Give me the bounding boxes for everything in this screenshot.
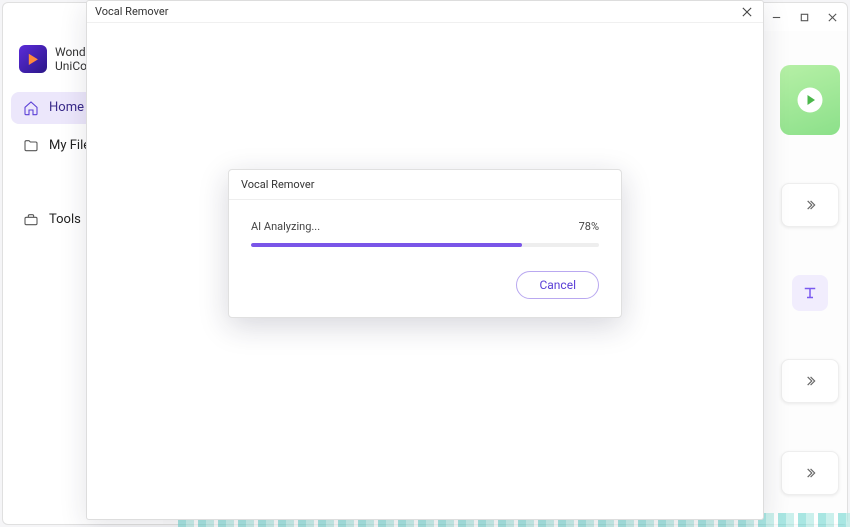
app-logo-icon [19, 45, 47, 73]
expand-card-1[interactable] [781, 183, 839, 227]
sidebar-item-label: Tools [49, 212, 81, 227]
minimize-icon [771, 12, 782, 23]
dialog-title: Vocal Remover [95, 5, 168, 18]
dialog-titlebar: Vocal Remover [87, 1, 763, 23]
progress-dialog-title: Vocal Remover [229, 170, 621, 200]
close-button[interactable] [825, 10, 839, 24]
progress-status: AI Analyzing... [251, 220, 320, 233]
close-icon [827, 12, 838, 23]
progress-footer: Cancel [229, 271, 621, 317]
right-panel [773, 31, 847, 524]
sidebar-item-label: Home [49, 100, 84, 115]
expand-card-2[interactable] [781, 359, 839, 403]
maximize-icon [799, 12, 810, 23]
progress-dialog: Vocal Remover AI Analyzing... 78% Cancel [228, 169, 622, 318]
home-icon [23, 100, 39, 116]
cancel-button[interactable]: Cancel [516, 271, 599, 299]
progress-percent: 78% [579, 220, 599, 233]
toolbox-icon [23, 212, 39, 228]
expand-card-3[interactable] [781, 451, 839, 495]
text-icon [801, 284, 819, 302]
progress-body: AI Analyzing... 78% [229, 200, 621, 271]
chevron-right-icon [803, 466, 817, 480]
chevron-right-icon [803, 198, 817, 212]
promo-tile[interactable] [780, 65, 840, 135]
subtitle-tool[interactable] [792, 275, 828, 311]
vocal-remover-dialog: Vocal Remover Vocal Remover AI Analyzing… [86, 0, 764, 520]
close-icon [742, 7, 752, 17]
minimize-button[interactable] [769, 10, 783, 24]
dialog-close-button[interactable] [739, 4, 755, 20]
progress-bar [251, 243, 599, 247]
progress-row: AI Analyzing... 78% [251, 220, 599, 233]
chevron-right-icon [803, 374, 817, 388]
progress-fill [251, 243, 522, 247]
play-icon [795, 85, 825, 115]
folder-icon [23, 138, 39, 154]
maximize-button[interactable] [797, 10, 811, 24]
